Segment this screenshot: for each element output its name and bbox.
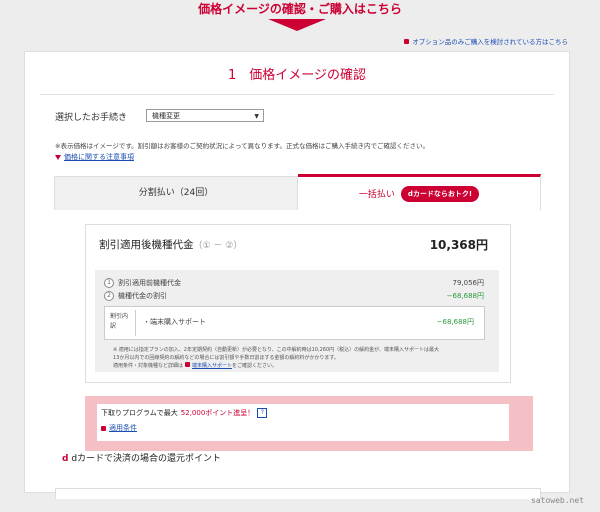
divider: [135, 310, 136, 336]
procedure-select[interactable]: 機種変更 ▼: [146, 109, 264, 122]
page-title: 価格イメージの確認・ご購入はこちら: [198, 2, 402, 16]
trade-in-title: 下取りプログラムで最大 52,000ポイント進呈！ ?: [101, 408, 268, 418]
down-arrow-icon: [268, 19, 326, 31]
breakdown-label: 割引内訳: [110, 313, 129, 330]
chevron-down-icon: ▼: [254, 113, 259, 120]
price-notice-label[interactable]: 価格に関する注意事項: [64, 152, 134, 162]
breakdown-value: −68,688円: [436, 318, 474, 326]
price-notice-link[interactable]: 価格に関する注意事項: [55, 152, 134, 162]
row-label: 割引適用前機種代金: [118, 279, 181, 287]
trade-in-text: 下取りプログラムで最大: [101, 409, 178, 417]
watermark: satoweb.net: [531, 496, 584, 505]
procedure-select-value: 機種変更: [152, 112, 180, 120]
caret-down-icon: [55, 154, 61, 160]
top-banner: 価格イメージの確認・ご購入はこちら: [0, 0, 600, 36]
fine-print: ※ 適用には指定プランの加入、2年定期契約（自動更新）が必要となり、この中解約時…: [113, 346, 493, 370]
points-section-title: d dカードで決済の場合の還元ポイント: [62, 451, 221, 464]
option-link-label[interactable]: オプション品のみご購入を検討されている方はこちら: [412, 36, 568, 46]
tab-installment[interactable]: 分割払い（24回）: [54, 176, 298, 210]
tab-lump-sum-label: 一括払い: [358, 190, 395, 200]
support-link[interactable]: 端末購入サポート: [192, 363, 232, 369]
discounted-price-title: 割引適用後機種代金（① － ②）: [99, 237, 242, 252]
price-note: ※表示価格はイメージです。割引額はお客様のご契約状況によって異なります。正式な価…: [55, 142, 429, 150]
section-title: 1 価格イメージの確認: [227, 68, 366, 83]
number-1-icon: 1: [104, 278, 114, 288]
points-section-label: dカードで決済の場合の還元ポイント: [71, 454, 222, 464]
discounted-price-total: 10,368円: [429, 238, 488, 252]
fine-print-text: をご確認ください。: [232, 363, 278, 369]
dcard-badge[interactable]: dカードならおトク!: [400, 185, 480, 202]
divider: [40, 94, 554, 95]
conditions-link-label[interactable]: 適用条件: [109, 423, 137, 433]
discount-breakdown: 割引内訳 ・端末購入サポート −68,688円: [104, 306, 485, 340]
fine-print-line: 13か月以内での回線契約の解約などの場合には割引額や手数日割ほする金額の解約料が…: [113, 355, 339, 361]
formula-hint: （① － ②）: [193, 241, 243, 251]
option-only-link[interactable]: オプション品のみご購入を検討されている方はこちら: [404, 36, 568, 46]
price-details: 1 割引適用前機種代金 79,056円 2 機種代金の割引 −68,688円 割…: [95, 270, 499, 372]
external-link-icon: [185, 362, 191, 367]
number-2-icon: 2: [104, 291, 114, 301]
external-link-icon: [101, 425, 106, 431]
breakdown-item: ・端末購入サポート: [143, 318, 206, 326]
payment-tabs: 分割払い（24回） 一括払い dカードならおトク!: [54, 174, 541, 210]
fine-print-text: 適用条件・対象機種など詳細は: [113, 363, 184, 369]
points-section-top: [55, 488, 541, 499]
price-check-card: 1 価格イメージの確認 選択したお手続き 機種変更 ▼ ※表示価格はイメージです…: [24, 51, 570, 499]
fine-print-line: 適用条件・対象機種など詳細は 端末購入サポートをご確認ください。: [113, 362, 493, 370]
procedure-label: 選択したお手続き: [55, 113, 128, 123]
list-item: 2 機種代金の割引: [104, 291, 167, 301]
trade-in-promo: 下取りプログラムで最大 52,000ポイント進呈！ ? 適用条件: [85, 396, 533, 451]
row-label: 機種代金の割引: [118, 292, 167, 300]
conditions-link[interactable]: 適用条件: [101, 423, 137, 433]
fine-print-line: ※ 適用には指定プランの加入、2年定期契約（自動更新）が必要となり、この中解約時…: [113, 347, 440, 353]
trade-in-promo-inner: 下取りプログラムで最大 52,000ポイント進呈！ ? 適用条件: [97, 404, 509, 441]
trade-in-points: 52,000ポイント進呈！: [180, 409, 255, 417]
tab-lump-sum[interactable]: 一括払い dカードならおトク!: [298, 174, 541, 210]
list-item: 1 割引適用前機種代金: [104, 278, 181, 288]
row-value: −68,688円: [446, 292, 484, 300]
help-icon[interactable]: ?: [257, 408, 268, 418]
discounted-price-label: 割引適用後機種代金: [99, 239, 194, 251]
external-link-icon: [404, 38, 410, 44]
d-logo-icon: d: [62, 454, 69, 464]
row-value: 79,056円: [452, 279, 485, 287]
price-box: 割引適用後機種代金（① － ②） 10,368円 1 割引適用前機種代金 79,…: [85, 224, 511, 383]
